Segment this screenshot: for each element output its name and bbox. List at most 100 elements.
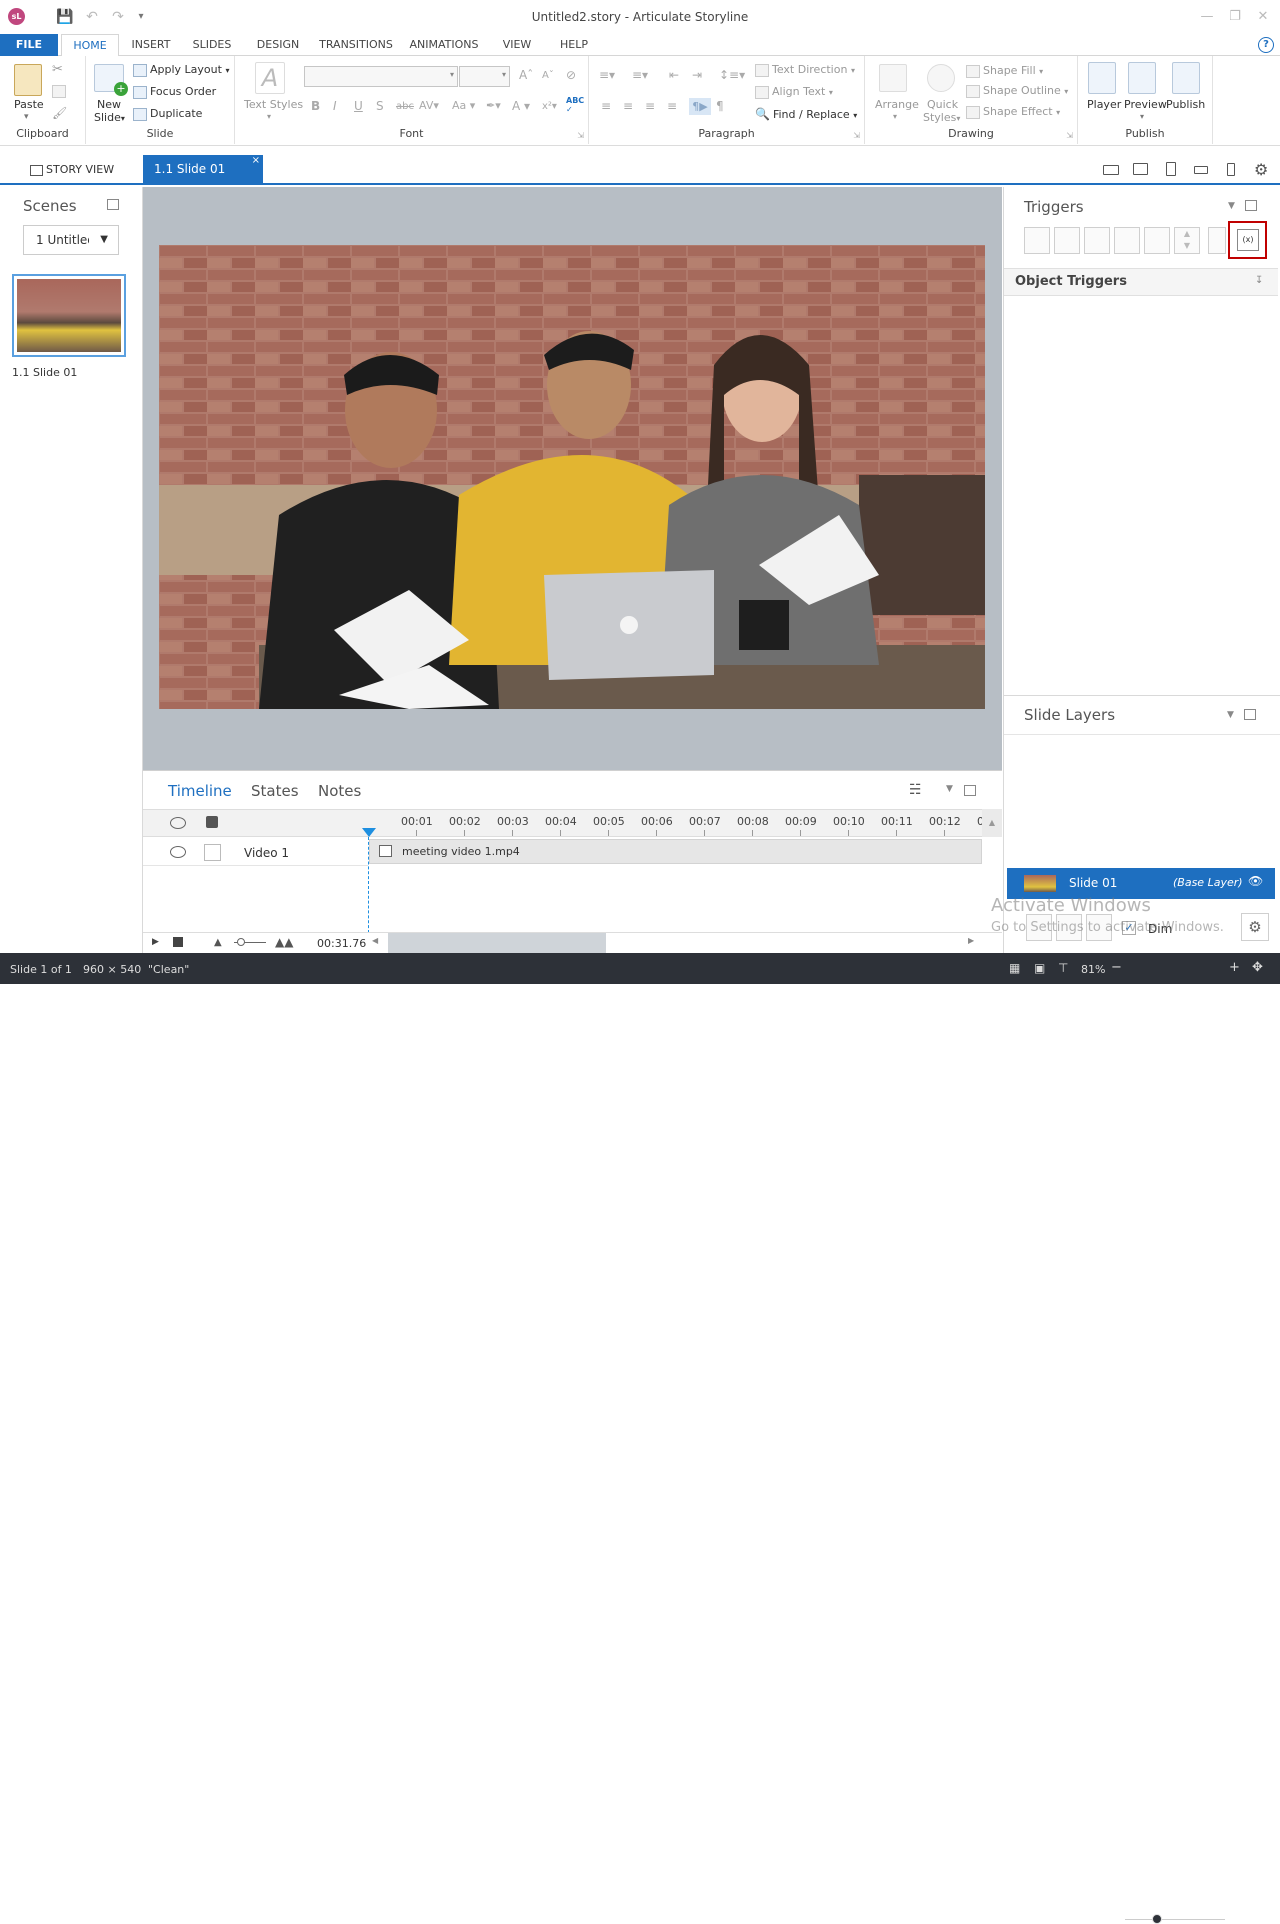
zoom-in-icon[interactable]: ▲▲: [275, 935, 293, 949]
bold-icon[interactable]: B: [311, 99, 320, 113]
font-color-icon[interactable]: A ▾: [512, 99, 530, 113]
drawing-dialog-launcher[interactable]: ⇲: [1066, 131, 1073, 140]
preview-button[interactable]: Preview: [1124, 98, 1167, 111]
zoom-plus-icon[interactable]: +: [1229, 960, 1240, 975]
font-family-combo[interactable]: ▾: [304, 66, 458, 87]
format-painter-icon[interactable]: 🖌: [52, 106, 67, 120]
zoom-out-icon[interactable]: ▲: [214, 937, 222, 948]
scene-selector[interactable]: 1 Untitled ▼: [23, 225, 119, 255]
text-styles-dropdown-icon[interactable]: ▾: [267, 112, 271, 121]
quick-styles-icon[interactable]: [927, 64, 955, 92]
collapse-icon[interactable]: ↧: [1255, 275, 1263, 286]
subscript-icon[interactable]: x²▾: [542, 101, 557, 112]
grow-font-icon[interactable]: Aˆ: [519, 68, 533, 82]
status-zoom-slider[interactable]: [1125, 1919, 1225, 1920]
quick-styles-button[interactable]: Styles▾: [923, 111, 960, 124]
layers-float-icon[interactable]: [1244, 709, 1256, 720]
zoom-minus-icon[interactable]: −: [1111, 960, 1122, 975]
tab-slides[interactable]: SLIDES: [186, 34, 238, 56]
paragraph-dialog-launcher[interactable]: ⇲: [853, 131, 860, 140]
row-lock-checkbox[interactable]: [204, 844, 221, 861]
phone-portrait-icon[interactable]: [1227, 163, 1235, 176]
clear-format-icon[interactable]: ⊘: [566, 68, 576, 82]
tab-timeline[interactable]: Timeline: [168, 782, 232, 800]
shrink-font-icon[interactable]: Aˇ: [542, 70, 554, 81]
tab-notes[interactable]: Notes: [318, 782, 361, 800]
font-dialog-launcher[interactable]: ⇲: [577, 131, 584, 140]
spell-check-icon[interactable]: ABC ✓: [566, 96, 584, 114]
status-zoom-thumb[interactable]: [1152, 1914, 1162, 1924]
shape-fill-button[interactable]: Shape Fill ▾: [966, 64, 1043, 78]
timeline-float-icon[interactable]: [964, 785, 976, 796]
rtl-icon[interactable]: ¶: [716, 99, 724, 113]
edit-trigger-icon[interactable]: [1054, 227, 1080, 254]
shape-outline-button[interactable]: Shape Outline ▾: [966, 84, 1068, 98]
align-center-icon[interactable]: ≡: [623, 99, 633, 113]
zoom-slider-thumb[interactable]: [237, 938, 245, 946]
tab-insert[interactable]: INSERT: [124, 34, 178, 56]
layers-menu-icon[interactable]: ▼: [1227, 710, 1234, 720]
find-replace-button[interactable]: 🔍 Find / Replace ▾: [755, 107, 857, 121]
scroll-up-icon[interactable]: ▲: [982, 809, 1002, 837]
text-styles-button[interactable]: Text Styles: [244, 98, 303, 111]
horizontal-scroll-thumb[interactable]: [388, 933, 606, 953]
bullets-icon[interactable]: ≡▾: [599, 68, 615, 82]
scenes-float-icon[interactable]: [107, 199, 119, 210]
text-direction-button[interactable]: Text Direction ▾: [755, 63, 855, 77]
arrange-button[interactable]: Arrange: [875, 98, 919, 111]
underline-icon[interactable]: U: [354, 99, 363, 113]
arrange-dropdown-icon[interactable]: ▾: [893, 112, 897, 121]
scroll-right-icon[interactable]: ▶: [968, 936, 974, 945]
gear-icon[interactable]: ⚙: [1254, 160, 1268, 179]
slide-video-image[interactable]: [159, 245, 985, 709]
player-icon[interactable]: [1088, 62, 1116, 94]
new-slide-icon[interactable]: +: [94, 64, 128, 96]
triggers-float-icon[interactable]: [1245, 200, 1257, 211]
preview-dropdown-icon[interactable]: ▾: [1140, 112, 1144, 121]
align-left-icon[interactable]: ≡: [601, 99, 611, 113]
text-styles-icon[interactable]: A: [255, 62, 285, 94]
help-icon[interactable]: ?: [1258, 37, 1274, 53]
tablet-portrait-icon[interactable]: [1166, 162, 1176, 176]
stop-icon[interactable]: [173, 937, 183, 947]
triggers-menu-icon[interactable]: ▼: [1228, 201, 1235, 211]
tab-home[interactable]: HOME: [61, 34, 119, 57]
playhead-marker[interactable]: [362, 828, 376, 837]
justify-icon[interactable]: ≡: [667, 99, 677, 113]
minimize-button[interactable]: —: [1197, 8, 1217, 26]
fit-view-icon[interactable]: ⊤: [1058, 961, 1068, 975]
new-slide-button[interactable]: Slide▾: [94, 111, 125, 124]
video-clip-bar[interactable]: meeting video 1.mp4: [369, 839, 982, 864]
copy-trigger-icon[interactable]: [1084, 227, 1110, 254]
apply-layout-button[interactable]: Apply Layout ▾: [133, 63, 229, 77]
close-tab-icon[interactable]: ×: [252, 146, 260, 175]
scroll-left-icon[interactable]: ◀: [372, 936, 378, 945]
increase-indent-icon[interactable]: ⇥: [692, 68, 702, 82]
player-button[interactable]: Player: [1087, 98, 1121, 111]
show-all-eye-icon[interactable]: [170, 817, 186, 829]
cut-icon[interactable]: ✂: [52, 62, 63, 77]
preview-icon[interactable]: [1128, 62, 1156, 94]
desktop-preview-icon[interactable]: [1103, 165, 1119, 175]
timeline-ruler[interactable]: 00:01 00:02 00:03 00:04 00:05 00:06 00:07 00:08…: [368, 809, 982, 837]
char-spacing-icon[interactable]: AV▾: [419, 99, 439, 112]
shadow-icon[interactable]: S: [376, 99, 384, 113]
slide-view-icon[interactable]: ▣: [1034, 961, 1045, 975]
paste-dropdown-icon[interactable]: ▾: [24, 112, 29, 122]
tab-story-view[interactable]: STORY VIEW: [30, 155, 142, 184]
new-slide-label[interactable]: New: [97, 98, 121, 111]
line-spacing-icon[interactable]: ↕≡▾: [719, 68, 745, 82]
highlight-icon[interactable]: ✒▾: [486, 99, 501, 112]
change-case-icon[interactable]: Aa ▾: [452, 99, 475, 112]
trigger-blank-icon[interactable]: [1208, 227, 1226, 254]
copy-icon[interactable]: [52, 84, 69, 98]
quick-styles-label[interactable]: Quick: [927, 98, 958, 111]
timeline-menu-icon[interactable]: ▼: [946, 784, 953, 794]
arrange-icon[interactable]: [879, 64, 907, 92]
lock-all-icon[interactable]: [206, 816, 218, 828]
fit-to-window-icon[interactable]: ✥: [1252, 960, 1263, 975]
new-trigger-icon[interactable]: [1024, 227, 1050, 254]
tab-states[interactable]: States: [251, 782, 299, 800]
paste-button[interactable]: Paste: [14, 98, 44, 111]
layer-settings-icon[interactable]: ⚙: [1241, 913, 1269, 941]
